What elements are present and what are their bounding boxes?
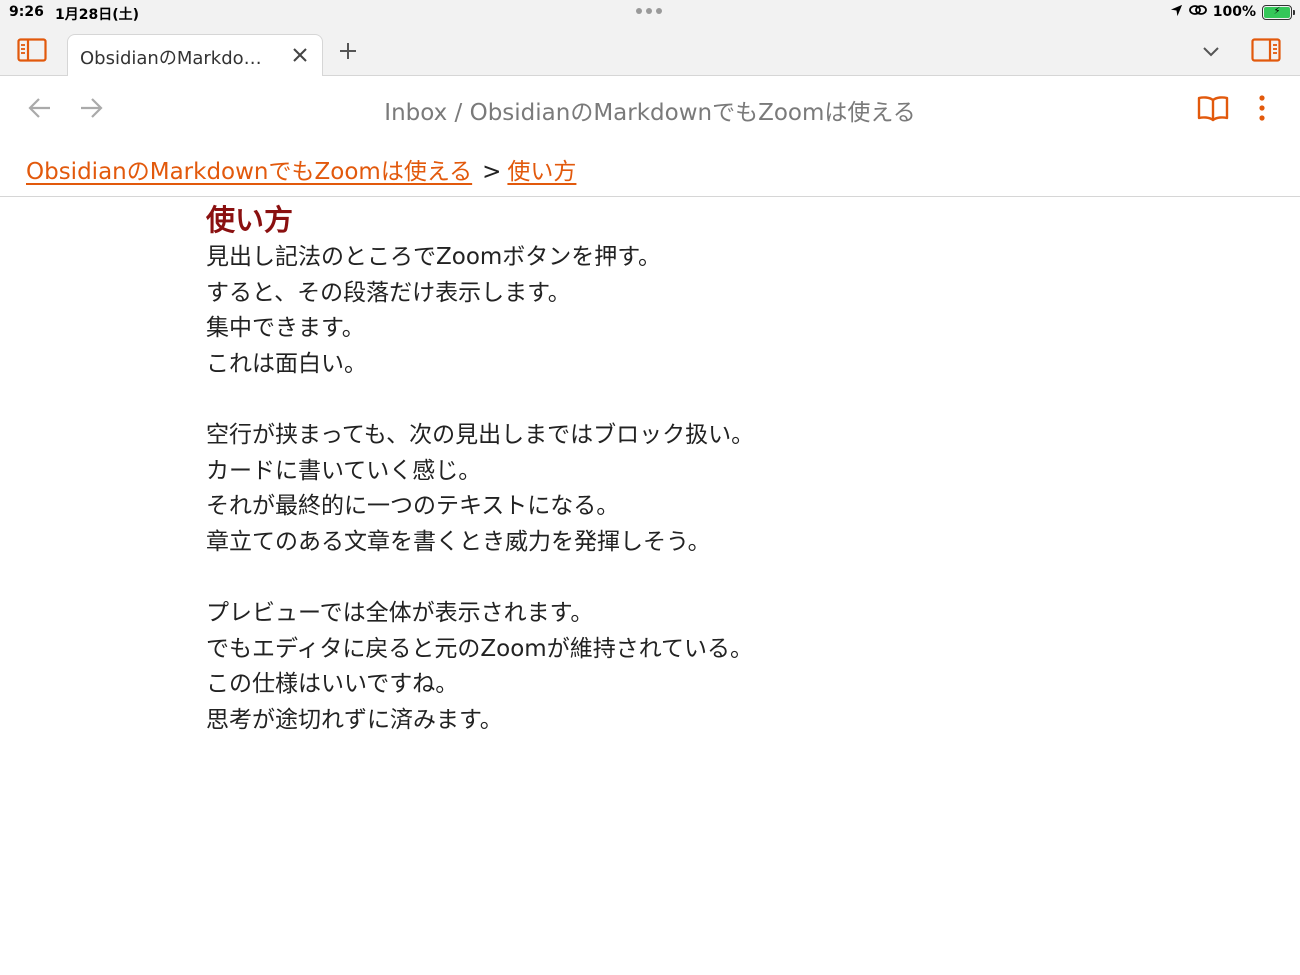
text-line[interactable]: 空行が挟まっても、次の見出しまではブロック扱い。 [206, 418, 1106, 454]
close-icon [293, 48, 307, 62]
breadcrumb: ObsidianのMarkdownでもZoomは使える > 使い方 [26, 152, 576, 186]
text-line[interactable]: カードに書いていく感じ。 [206, 454, 1106, 490]
text-line[interactable]: 思考が途切れずに済みます。 [206, 703, 1106, 739]
left-sidebar-toggle-button[interactable] [16, 36, 48, 64]
close-tab-button[interactable] [290, 45, 310, 65]
status-date: 1月28日(土) [55, 7, 140, 23]
link-icon [1188, 3, 1207, 21]
text-line[interactable]: 集中できます。 [206, 311, 1106, 347]
view-header: Inbox / ObsidianのMarkdownでもZoomは使える [0, 76, 1300, 140]
blank-line[interactable] [206, 382, 1106, 418]
status-indicators: 100% ⚡ [1170, 3, 1295, 21]
battery-percent: 100% [1212, 4, 1256, 20]
text-line[interactable]: 章立てのある文章を書くとき威力を発揮しそう。 [206, 525, 1106, 561]
text-line[interactable]: この仕様はいいですね。 [206, 667, 1106, 703]
status-time: 9:26 [9, 4, 44, 20]
view-header-title[interactable]: Inbox / ObsidianのMarkdownでもZoomは使える [0, 93, 1300, 127]
text-line[interactable]: これは面白い。 [206, 347, 1106, 383]
battery-icon: ⚡ [1262, 4, 1295, 20]
plus-icon [340, 43, 356, 59]
tab-bar: ObsidianのMarkdo… [0, 26, 1300, 76]
book-icon [1197, 96, 1229, 122]
text-line[interactable]: プレビューでは全体が表示されます。 [206, 596, 1106, 632]
divider [0, 196, 1300, 197]
breadcrumb-separator: > [482, 159, 502, 185]
new-tab-button[interactable] [335, 38, 361, 64]
text-line[interactable]: それが最終的に一つのテキストになる。 [206, 489, 1106, 525]
blank-line[interactable] [206, 560, 1106, 596]
more-vertical-icon [1259, 95, 1265, 121]
tab-list-button[interactable] [1198, 40, 1224, 62]
location-icon [1170, 4, 1183, 21]
status-bar: 9:26 1月28日(土) 100% ⚡ [0, 0, 1300, 26]
text-line[interactable]: でもエディタに戻ると元のZoomが維持されている。 [206, 632, 1106, 668]
more-options-button[interactable] [1252, 92, 1272, 124]
tab-title: ObsidianのMarkdo… [80, 48, 262, 69]
multitasking-dots-icon[interactable] [636, 8, 662, 14]
right-sidebar-toggle-button[interactable] [1250, 36, 1282, 64]
breadcrumb-link-note[interactable]: ObsidianのMarkdownでもZoomは使える [26, 159, 472, 185]
paragraph-lines[interactable]: 見出し記法のところでZoomボタンを押す。 すると、その段落だけ表示します。 集… [206, 240, 1106, 738]
breadcrumb-link-heading[interactable]: 使い方 [507, 159, 576, 185]
text-line[interactable]: すると、その段落だけ表示します。 [206, 276, 1106, 312]
right-sidebar-icon [1251, 38, 1281, 62]
tab-active[interactable]: ObsidianのMarkdo… [67, 34, 323, 76]
reading-mode-button[interactable] [1196, 92, 1230, 124]
chevron-down-icon [1203, 47, 1219, 57]
section-heading[interactable]: 使い方 [206, 200, 1106, 240]
text-line[interactable]: 見出し記法のところでZoomボタンを押す。 [206, 240, 1106, 276]
left-sidebar-icon [17, 38, 47, 62]
editor-content[interactable]: 使い方 見出し記法のところでZoomボタンを押す。 すると、その段落だけ表示しま… [206, 200, 1106, 738]
